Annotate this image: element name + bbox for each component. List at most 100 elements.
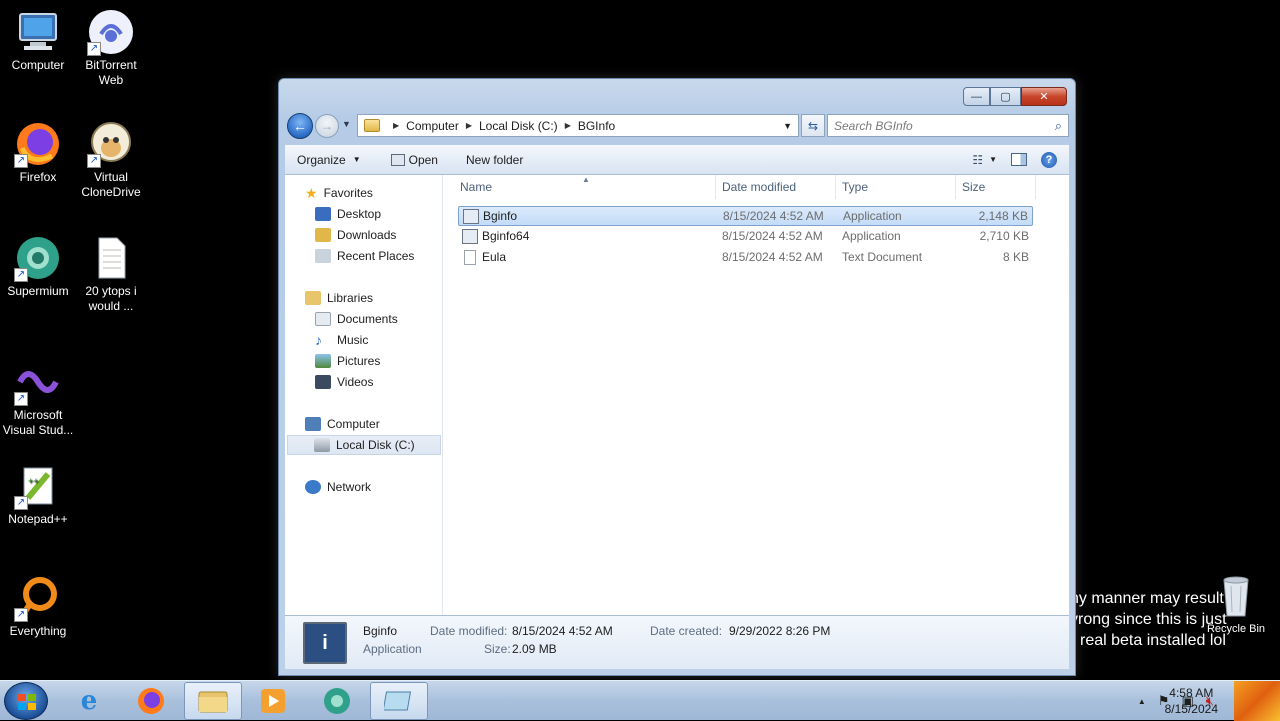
- navigation-pane: ★ Favorites Desktop Downloads Recent Pla…: [285, 175, 443, 615]
- desktop-icon-computer[interactable]: Computer: [0, 8, 76, 73]
- close-button[interactable]: ✕: [1021, 87, 1067, 106]
- nav-computer[interactable]: Computer: [305, 414, 380, 434]
- supermium-icon: ↗: [14, 234, 62, 282]
- nav-network[interactable]: Network: [305, 477, 371, 497]
- desktop-icon-label: Everything: [9, 624, 67, 638]
- organize-label: Organize: [297, 152, 346, 167]
- taskbar-supermium[interactable]: [308, 682, 366, 720]
- nav-desktop[interactable]: Desktop: [315, 204, 381, 224]
- address-dropdown-icon[interactable]: ▼: [783, 121, 792, 131]
- new-folder-button[interactable]: New folder: [466, 153, 523, 167]
- file-name: Eula: [482, 250, 507, 264]
- help-icon[interactable]: ?: [1041, 151, 1057, 168]
- start-button[interactable]: [4, 682, 48, 720]
- nav-favorites[interactable]: ★ Favorites: [305, 183, 373, 203]
- desktop-icon-label: Virtual CloneDrive: [81, 170, 141, 199]
- taskbar-media-player[interactable]: [244, 682, 302, 720]
- nav-recent-places[interactable]: Recent Places: [315, 246, 414, 266]
- taskbar: e ▲ ⚑ ▣ 🔇︎ 4:58 AM 8/15/2024: [0, 680, 1280, 721]
- details-size-label: Size:: [484, 642, 511, 656]
- details-modified-label: Date modified:: [430, 624, 508, 638]
- nav-label: Music: [337, 333, 369, 347]
- file-name: Bginfo64: [482, 229, 530, 243]
- search-icon[interactable]: ⌕: [1055, 118, 1062, 134]
- show-hidden-icons-icon[interactable]: ▲: [1138, 697, 1146, 706]
- taskbar-internet-explorer[interactable]: e: [60, 682, 118, 720]
- nav-libraries[interactable]: Libraries: [305, 288, 373, 308]
- desktop-icon-recycle-bin[interactable]: Recycle Bin: [1198, 572, 1274, 637]
- column-header-date[interactable]: Date modified: [716, 175, 836, 199]
- desktop-icon-visual-studio[interactable]: ↗ Microsoft Visual Stud...: [0, 358, 76, 438]
- videos-icon: [315, 375, 331, 389]
- chevron-down-icon: ▼: [342, 119, 351, 129]
- preview-pane-icon[interactable]: [1011, 153, 1027, 166]
- nav-pictures[interactable]: Pictures: [315, 351, 380, 371]
- details-modified-value: 8/15/2024 4:52 AM: [512, 624, 613, 638]
- breadcrumb-bginfo[interactable]: BGInfo: [578, 119, 615, 133]
- file-row[interactable]: Bginfo64 8/15/2024 4:52 AM Application 2…: [458, 227, 1033, 247]
- desktop-icon-supermium[interactable]: ↗ Supermium: [0, 234, 76, 299]
- nav-videos[interactable]: Videos: [315, 372, 373, 392]
- open-button[interactable]: Open: [390, 153, 438, 167]
- desktop-icon-firefox[interactable]: ↗ Firefox: [0, 120, 76, 185]
- taskbar-app-window[interactable]: [370, 682, 428, 720]
- recent-pages-dropdown[interactable]: ▼: [342, 119, 351, 129]
- organize-button[interactable]: Organize ▼: [297, 153, 361, 167]
- nav-local-disk[interactable]: Local Disk (C:): [287, 435, 441, 455]
- change-view-icon[interactable]: ☷: [972, 153, 983, 167]
- text-file-icon: [87, 234, 135, 282]
- breadcrumb-local-disk[interactable]: Local Disk (C:): [479, 119, 558, 133]
- application-icon: [463, 209, 479, 224]
- nav-downloads[interactable]: Downloads: [315, 225, 396, 245]
- show-desktop-button[interactable]: [1234, 681, 1280, 721]
- desktop-icon-bittorrent[interactable]: ↗ BitTorrent Web: [73, 8, 149, 88]
- desktop-icon-notepadpp[interactable]: ++ ↗ Notepad++: [0, 462, 76, 527]
- column-header-type[interactable]: Type: [836, 175, 956, 199]
- address-bar[interactable]: ▶ Computer ▶ Local Disk (C:) ▶ BGInfo ▼: [357, 114, 799, 137]
- nav-label: Videos: [337, 375, 374, 389]
- nav-label: Desktop: [337, 207, 382, 221]
- taskbar-firefox[interactable]: [122, 682, 180, 720]
- chevron-right-icon[interactable]: ▶: [565, 121, 571, 130]
- nav-label: Downloads: [337, 228, 397, 242]
- nav-documents[interactable]: Documents: [315, 309, 398, 329]
- breadcrumb-computer[interactable]: Computer: [406, 119, 459, 133]
- maximize-button[interactable]: ▢: [990, 87, 1021, 106]
- window-controls: — ▢ ✕: [963, 87, 1067, 106]
- network-icon: [305, 480, 321, 494]
- desktop-icon-text-file[interactable]: 20 ytops i would ...: [73, 234, 149, 314]
- supermium-icon: [324, 688, 350, 714]
- nav-label: Pictures: [337, 354, 381, 368]
- shortcut-arrow-icon: ↗: [14, 608, 28, 622]
- desktop-icon: [315, 207, 331, 221]
- shortcut-arrow-icon: ↗: [14, 496, 28, 510]
- recent-places-icon: [315, 249, 331, 263]
- clock[interactable]: 4:58 AM 8/15/2024: [1165, 685, 1218, 717]
- minimize-button[interactable]: —: [963, 87, 990, 106]
- file-date: 8/15/2024 4:52 AM: [722, 250, 823, 264]
- file-row[interactable]: Eula 8/15/2024 4:52 AM Text Document 8 K…: [458, 248, 1033, 268]
- file-type: Application: [843, 209, 902, 223]
- back-button[interactable]: ←: [287, 113, 313, 139]
- desktop-icon-everything[interactable]: ↗ Everything: [0, 574, 76, 639]
- file-size: 2,710 KB: [979, 229, 1029, 243]
- firefox-icon: [138, 688, 164, 714]
- folder-icon: [364, 119, 380, 132]
- taskbar-windows-explorer[interactable]: [184, 682, 242, 720]
- documents-icon: [315, 312, 331, 326]
- nav-label: Computer: [327, 417, 380, 431]
- view-options-chevron-icon[interactable]: ▼: [989, 155, 997, 164]
- forward-button[interactable]: →: [315, 114, 339, 138]
- nav-music[interactable]: ♪ Music: [315, 330, 368, 350]
- nav-label: Documents: [337, 312, 398, 326]
- content-area: ★ Favorites Desktop Downloads Recent Pla…: [285, 175, 1069, 615]
- column-header-size[interactable]: Size: [956, 175, 1036, 199]
- desktop-icon-virtual-clonedrive[interactable]: ↗ Virtual CloneDrive: [73, 120, 149, 200]
- nav-label: Favorites: [323, 186, 373, 200]
- search-input[interactable]: Search BGInfo ⌕: [827, 114, 1069, 137]
- refresh-button[interactable]: ⇆: [801, 114, 825, 137]
- chevron-right-icon[interactable]: ▶: [466, 121, 472, 130]
- chevron-right-icon[interactable]: ▶: [393, 121, 399, 130]
- file-row[interactable]: Bginfo 8/15/2024 4:52 AM Application 2,1…: [458, 206, 1033, 226]
- column-header-name[interactable]: Name: [454, 175, 716, 199]
